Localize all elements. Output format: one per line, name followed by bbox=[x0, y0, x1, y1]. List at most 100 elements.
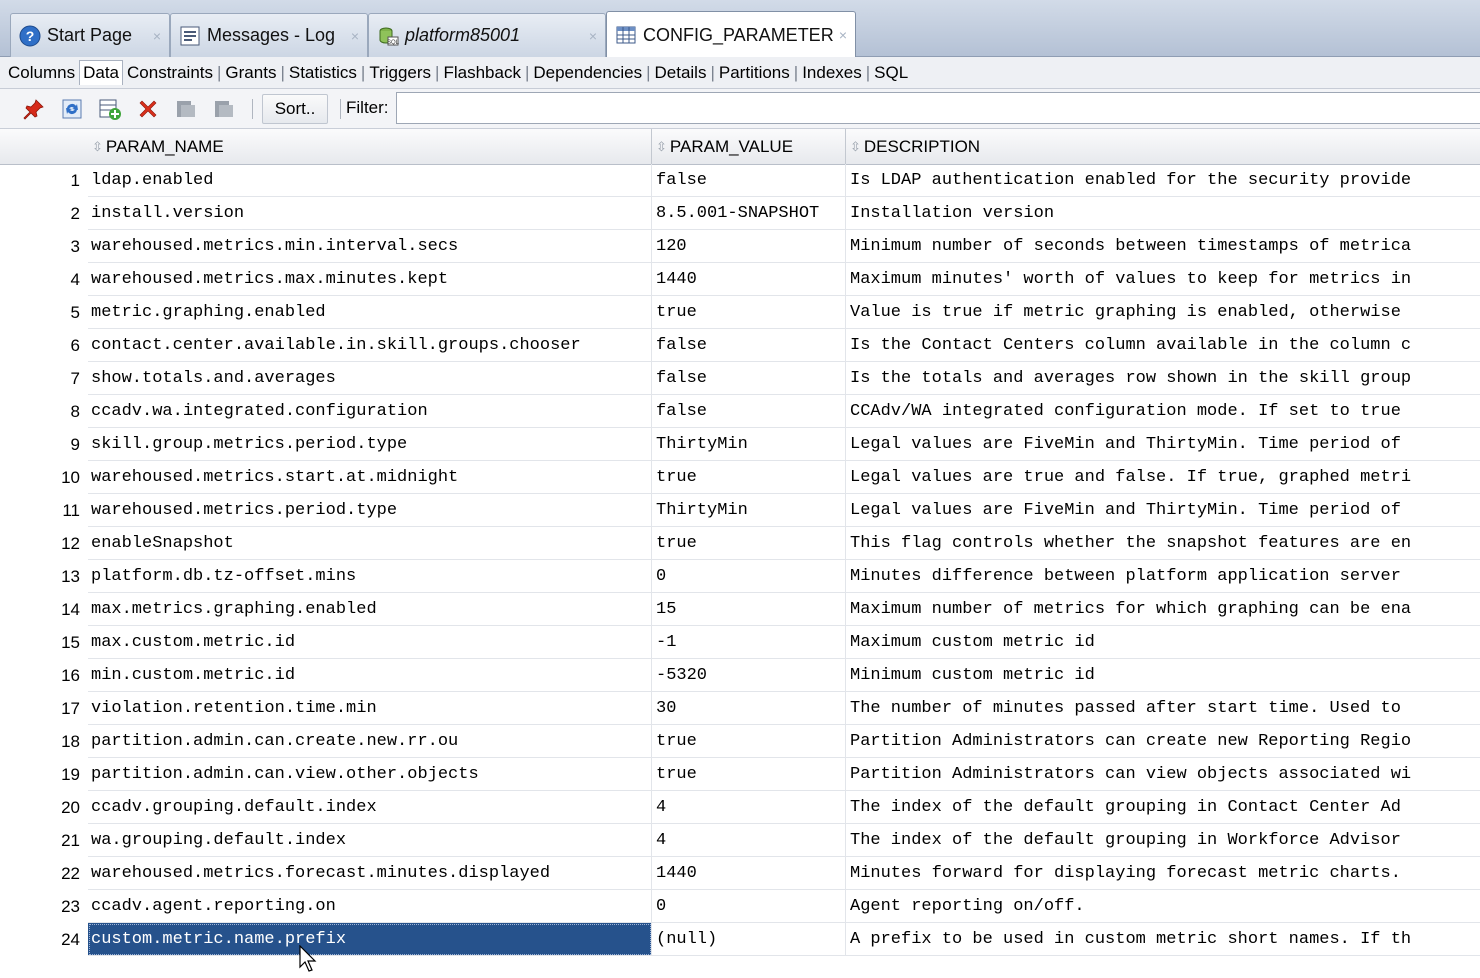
param-value-cell[interactable]: 0 bbox=[652, 890, 846, 923]
param-name-cell[interactable]: partition.admin.can.view.other.objects bbox=[88, 758, 652, 791]
param-value-cell[interactable]: 120 bbox=[652, 230, 846, 263]
param-name-cell[interactable]: ccadv.grouping.default.index bbox=[88, 791, 652, 824]
tab-messages-log[interactable]: Messages - Log × bbox=[170, 13, 368, 57]
param-value-cell[interactable]: false bbox=[652, 329, 846, 362]
table-row[interactable]: 11 warehoused.metrics.period.type ThirtyMi… bbox=[0, 494, 1480, 527]
description-cell[interactable]: The index of the default grouping in Con… bbox=[846, 791, 1480, 824]
tab-columns[interactable]: Columns bbox=[4, 61, 79, 85]
param-value-cell[interactable]: 30 bbox=[652, 692, 846, 725]
tab-statistics[interactable]: Statistics bbox=[285, 61, 361, 85]
description-cell[interactable]: Is the totals and averages row shown in … bbox=[846, 362, 1480, 395]
param-value-cell[interactable]: -1 bbox=[652, 626, 846, 659]
tab-partitions[interactable]: Partitions bbox=[715, 61, 794, 85]
param-value-cell[interactable]: 8.5.001-SNAPSHOT bbox=[652, 197, 846, 230]
table-row[interactable]: 24 custom.metric.name.prefix (null) A prefi… bbox=[0, 923, 1480, 956]
description-cell[interactable]: The number of minutes passed after start… bbox=[846, 692, 1480, 725]
param-value-cell[interactable]: true bbox=[652, 527, 846, 560]
param-value-cell[interactable]: 1440 bbox=[652, 857, 846, 890]
param-value-cell[interactable]: ThirtyMin bbox=[652, 428, 846, 461]
column-header-param-name[interactable]: ⇳ PARAM_NAME bbox=[88, 129, 652, 164]
description-cell[interactable]: Is the Contact Centers column available … bbox=[846, 329, 1480, 362]
description-cell[interactable]: The index of the default grouping in Wor… bbox=[846, 824, 1480, 857]
param-name-cell[interactable]: show.totals.and.averages bbox=[88, 362, 652, 395]
description-cell[interactable]: Minutes difference between platform appl… bbox=[846, 560, 1480, 593]
description-cell[interactable]: Maximum minutes' worth of values to keep… bbox=[846, 263, 1480, 296]
table-row[interactable]: 6 contact.center.available.in.skill.group… bbox=[0, 329, 1480, 362]
description-cell[interactable]: Maximum custom metric id bbox=[846, 626, 1480, 659]
param-value-cell[interactable]: 4 bbox=[652, 791, 846, 824]
tab-config-parameter[interactable]: CONFIG_PARAMETER × bbox=[606, 11, 856, 58]
tab-platform-connection[interactable]: SQL platform85001 × bbox=[368, 13, 606, 57]
param-name-cell[interactable]: violation.retention.time.min bbox=[88, 692, 652, 725]
table-row[interactable]: 18 partition.admin.can.create.new.rr.ou tr… bbox=[0, 725, 1480, 758]
param-value-cell[interactable]: ThirtyMin bbox=[652, 494, 846, 527]
description-cell[interactable]: Value is true if metric graphing is enab… bbox=[846, 296, 1480, 329]
param-value-cell[interactable]: 0 bbox=[652, 560, 846, 593]
commit-icon[interactable] bbox=[174, 97, 198, 121]
param-name-cell[interactable]: install.version bbox=[88, 197, 652, 230]
param-value-cell[interactable]: false bbox=[652, 395, 846, 428]
insert-row-icon[interactable] bbox=[98, 97, 122, 121]
close-icon[interactable]: × bbox=[351, 28, 359, 44]
description-cell[interactable]: This flag controls whether the snapshot … bbox=[846, 527, 1480, 560]
param-value-cell[interactable]: 1440 bbox=[652, 263, 846, 296]
close-icon[interactable]: × bbox=[839, 27, 847, 43]
column-header-description[interactable]: ⇳ DESCRIPTION bbox=[846, 129, 1480, 164]
param-name-cell[interactable]: ldap.enabled bbox=[88, 164, 652, 197]
param-value-cell[interactable]: 4 bbox=[652, 824, 846, 857]
param-name-cell[interactable]: warehoused.metrics.start.at.midnight bbox=[88, 461, 652, 494]
table-row[interactable]: 22 warehoused.metrics.forecast.minutes.di… bbox=[0, 857, 1480, 890]
description-cell[interactable]: Maximum number of metrics for which grap… bbox=[846, 593, 1480, 626]
table-row[interactable]: 10 warehoused.metrics.start.at.midnight tr… bbox=[0, 461, 1480, 494]
description-cell[interactable]: Agent reporting on/off. bbox=[846, 890, 1480, 923]
tab-data[interactable]: Data bbox=[79, 60, 124, 85]
tab-constraints[interactable]: Constraints bbox=[123, 61, 217, 85]
param-name-cell[interactable]: warehoused.metrics.max.minutes.kept bbox=[88, 263, 652, 296]
sort-button[interactable]: Sort.. bbox=[262, 94, 328, 124]
table-row[interactable]: 9 skill.group.metrics.period.type ThirtyMi… bbox=[0, 428, 1480, 461]
tab-indexes[interactable]: Indexes bbox=[798, 61, 866, 85]
description-cell[interactable]: Partition Administrators can create new … bbox=[846, 725, 1480, 758]
param-name-cell[interactable]: warehoused.metrics.min.interval.secs bbox=[88, 230, 652, 263]
column-header-param-value[interactable]: ⇳ PARAM_VALUE bbox=[652, 129, 846, 164]
description-cell[interactable]: Legal values are FiveMin and ThirtyMin. … bbox=[846, 494, 1480, 527]
table-row[interactable]: 7 show.totals.and.averages false Is the tot… bbox=[0, 362, 1480, 395]
table-row[interactable]: 14 max.metrics.graphing.enabled 15 Maximum … bbox=[0, 593, 1480, 626]
description-cell[interactable]: Minutes forward for displaying forecast … bbox=[846, 857, 1480, 890]
param-name-cell[interactable]: wa.grouping.default.index bbox=[88, 824, 652, 857]
param-name-cell[interactable]: warehoused.metrics.forecast.minutes.disp… bbox=[88, 857, 652, 890]
param-value-cell[interactable]: true bbox=[652, 296, 846, 329]
param-value-cell[interactable]: true bbox=[652, 758, 846, 791]
table-row[interactable]: 19 partition.admin.can.view.other.objects… bbox=[0, 758, 1480, 791]
description-cell[interactable]: Partition Administrators can view object… bbox=[846, 758, 1480, 791]
param-name-cell[interactable]: max.custom.metric.id bbox=[88, 626, 652, 659]
table-row[interactable]: 5 metric.graphing.enabled true Value is tru… bbox=[0, 296, 1480, 329]
tab-start-page[interactable]: ? Start Page × bbox=[10, 13, 170, 57]
table-row[interactable]: 12 enableSnapshot true This flag controls w… bbox=[0, 527, 1480, 560]
description-cell[interactable]: A prefix to be used in custom metric sho… bbox=[846, 923, 1480, 956]
param-name-cell[interactable]: contact.center.available.in.skill.groups… bbox=[88, 329, 652, 362]
table-row[interactable]: 3 warehoused.metrics.min.interval.secs 120… bbox=[0, 230, 1480, 263]
description-cell[interactable]: Installation version bbox=[846, 197, 1480, 230]
param-name-cell[interactable]: enableSnapshot bbox=[88, 527, 652, 560]
table-row[interactable]: 4 warehoused.metrics.max.minutes.kept 1440… bbox=[0, 263, 1480, 296]
param-value-cell[interactable]: (null) bbox=[652, 923, 846, 956]
rollback-icon[interactable] bbox=[212, 97, 236, 121]
description-cell[interactable]: Legal values are FiveMin and ThirtyMin. … bbox=[846, 428, 1480, 461]
param-name-cell[interactable]: partition.admin.can.create.new.rr.ou bbox=[88, 725, 652, 758]
filter-input[interactable] bbox=[396, 92, 1480, 124]
tab-flashback[interactable]: Flashback bbox=[439, 61, 524, 85]
description-cell[interactable]: CCAdv/WA integrated configuration mode. … bbox=[846, 395, 1480, 428]
table-row[interactable]: 17 violation.retention.time.min 30 The numb… bbox=[0, 692, 1480, 725]
tab-dependencies[interactable]: Dependencies bbox=[529, 61, 646, 85]
close-icon[interactable]: × bbox=[589, 28, 597, 44]
table-row[interactable]: 1 ldap.enabled false Is LDAP authentication… bbox=[0, 164, 1480, 197]
table-row[interactable]: 23 ccadv.agent.reporting.on 0 Agent reporti… bbox=[0, 890, 1480, 923]
table-row[interactable]: 21 wa.grouping.default.index 4 The index o… bbox=[0, 824, 1480, 857]
refresh-icon[interactable] bbox=[60, 97, 84, 121]
param-name-cell[interactable]: max.metrics.graphing.enabled bbox=[88, 593, 652, 626]
param-name-cell[interactable]: platform.db.tz-offset.mins bbox=[88, 560, 652, 593]
delete-row-icon[interactable] bbox=[136, 97, 160, 121]
param-value-cell[interactable]: 15 bbox=[652, 593, 846, 626]
tab-sql[interactable]: SQL bbox=[870, 61, 912, 85]
